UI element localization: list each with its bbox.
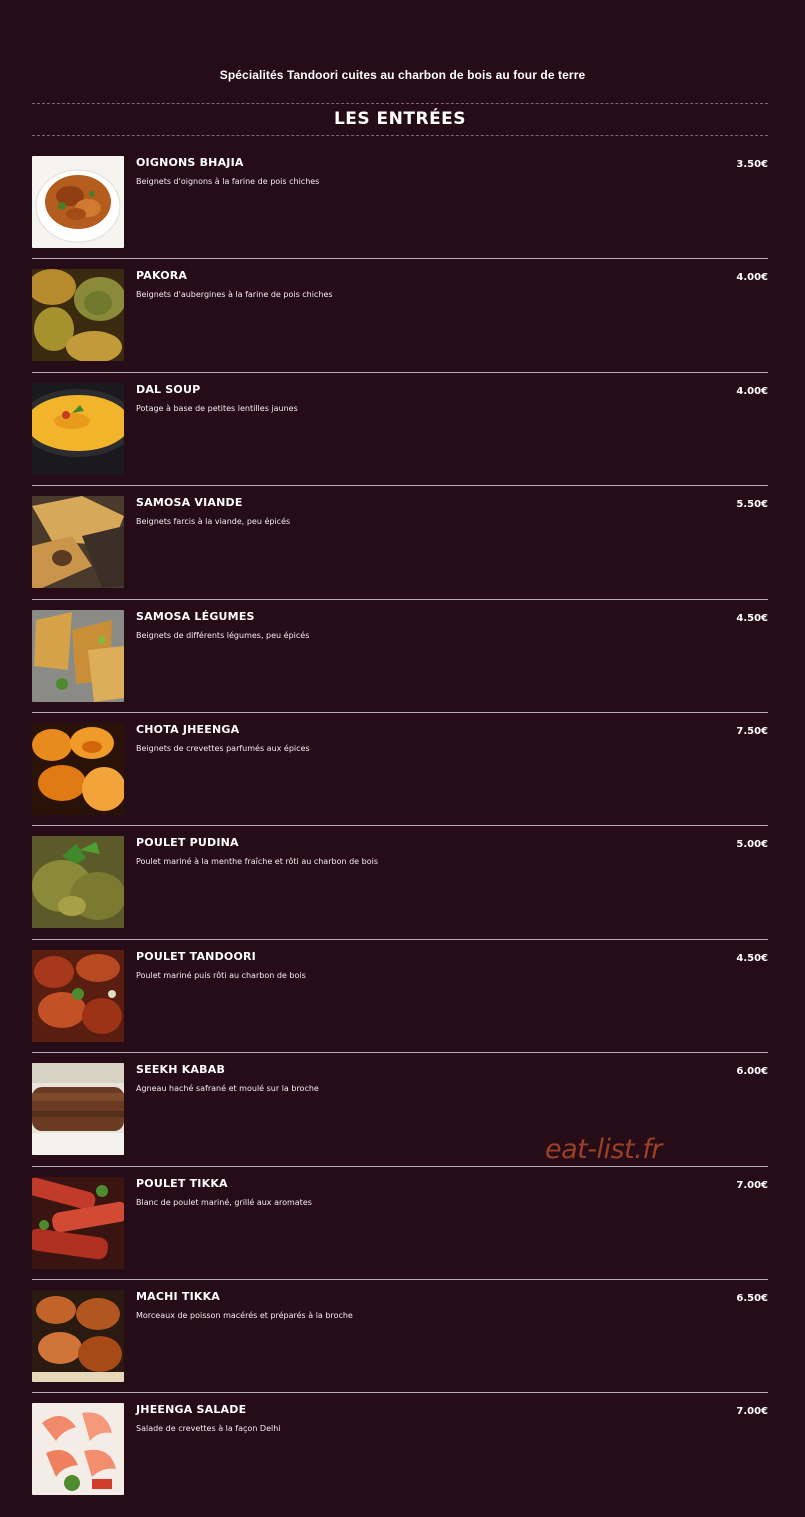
menu-item: POULET TANDOORI Poulet mariné puis rôti … bbox=[32, 938, 768, 1063]
chicken-tikka-photo bbox=[32, 1176, 124, 1269]
divider bbox=[32, 1165, 768, 1167]
menu-item: SAMOSA VIANDE Beignets farcis à la viand… bbox=[32, 485, 768, 609]
menu-item: SAMOSA LÉGUMES Beignets de différents lé… bbox=[32, 598, 768, 723]
item-description: Salade de crevettes à la façon Delhi bbox=[136, 1424, 281, 1434]
item-price: 4.00€ bbox=[736, 272, 768, 284]
item-name: PAKORA bbox=[136, 269, 188, 283]
divider bbox=[32, 1052, 768, 1054]
item-name: POULET PUDINA bbox=[136, 836, 239, 850]
divider bbox=[32, 938, 768, 940]
item-description: Poulet mariné puis rôti au charbon de bo… bbox=[136, 970, 306, 980]
item-price: 6.00€ bbox=[736, 1066, 768, 1078]
menu-item: MACHI TIKKA Morceaux de poisson macérés … bbox=[32, 1278, 768, 1403]
veg-samosa-photo bbox=[32, 609, 124, 702]
item-description: Poulet mariné à la menthe fraîche et rôt… bbox=[136, 857, 378, 867]
item-description: Agneau haché safrané et moulé sur la bro… bbox=[136, 1084, 319, 1094]
menu-item: CHOTA JHEENGA Beignets de crevettes parf… bbox=[32, 711, 768, 836]
menu-list: OIGNONS BHAJIA Beignets d'oignons à la f… bbox=[32, 156, 768, 1517]
item-name: SEEKH KABAB bbox=[136, 1063, 226, 1077]
item-price: 7.00€ bbox=[736, 1179, 768, 1191]
divider bbox=[32, 825, 768, 827]
divider bbox=[32, 598, 768, 600]
dal-soup-photo bbox=[32, 382, 124, 475]
item-price: 3.50€ bbox=[736, 159, 768, 170]
tandoori-chicken-photo bbox=[32, 949, 124, 1042]
section-title: LES ENTRÉES bbox=[32, 103, 768, 136]
item-name: SAMOSA VIANDE bbox=[136, 496, 243, 510]
item-name: POULET TIKKA bbox=[136, 1176, 228, 1190]
divider bbox=[32, 1392, 768, 1394]
divider bbox=[32, 371, 768, 373]
mint-chicken-photo bbox=[32, 836, 124, 929]
seekh-kabab-photo bbox=[32, 1063, 124, 1156]
onion-bhaji-photo bbox=[32, 156, 124, 248]
item-name: JHEENGA SALADE bbox=[136, 1403, 247, 1417]
divider bbox=[32, 711, 768, 713]
meat-samosa-photo bbox=[32, 496, 124, 589]
item-name: CHOTA JHEENGA bbox=[136, 722, 240, 736]
item-description: Blanc de poulet mariné, grillé aux aroma… bbox=[136, 1197, 312, 1207]
divider bbox=[32, 1278, 768, 1280]
item-price: 4.50€ bbox=[736, 952, 768, 964]
item-price: 5.50€ bbox=[736, 499, 768, 511]
menu-item: PAKORA Beignets d'aubergines à la farine… bbox=[32, 258, 768, 382]
item-name: MACHI TIKKA bbox=[136, 1289, 221, 1303]
item-price: 5.00€ bbox=[736, 839, 768, 851]
item-description: Beignets farcis à la viande, peu épicés bbox=[136, 517, 291, 527]
watermark: eat-list.fr bbox=[545, 1134, 662, 1165]
item-description: Beignets de différents légumes, peu épic… bbox=[136, 630, 310, 640]
item-description: Beignets de crevettes parfumés aux épice… bbox=[136, 743, 310, 753]
item-price: 7.00€ bbox=[736, 1406, 768, 1418]
item-description: Beignets d'oignons à la farine de pois c… bbox=[136, 177, 320, 186]
item-description: Beignets d'aubergines à la farine de poi… bbox=[136, 290, 333, 300]
fish-tikka-photo bbox=[32, 1289, 124, 1382]
prawn-fritters-photo bbox=[32, 722, 124, 815]
item-price: 7.50€ bbox=[736, 725, 768, 737]
divider bbox=[32, 258, 768, 260]
item-description: Morceaux de poisson macérés et préparés … bbox=[136, 1310, 353, 1320]
item-price: 4.00€ bbox=[736, 385, 768, 397]
pakora-photo bbox=[32, 269, 124, 362]
item-name: OIGNONS BHAJIA bbox=[136, 156, 244, 169]
menu-item: POULET PUDINA Poulet mariné à la menthe … bbox=[32, 825, 768, 949]
menu-item: DAL SOUP Potage à base de petites lentil… bbox=[32, 371, 768, 496]
item-price: 6.50€ bbox=[736, 1292, 768, 1304]
item-name: DAL SOUP bbox=[136, 382, 201, 396]
prawn-salad-photo bbox=[32, 1403, 124, 1496]
menu-item: OIGNONS BHAJIA Beignets d'oignons à la f… bbox=[32, 156, 768, 269]
item-price: 4.50€ bbox=[736, 612, 768, 624]
page-subtitle: Spécialités Tandoori cuites au charbon d… bbox=[219, 68, 586, 82]
menu-item: POULET TIKKA Blanc de poulet mariné, gri… bbox=[32, 1165, 768, 1290]
divider bbox=[32, 485, 768, 487]
item-name: SAMOSA LÉGUMES bbox=[136, 609, 255, 623]
item-name: POULET TANDOORI bbox=[136, 949, 256, 963]
item-description: Potage à base de petites lentilles jaune… bbox=[136, 403, 298, 413]
